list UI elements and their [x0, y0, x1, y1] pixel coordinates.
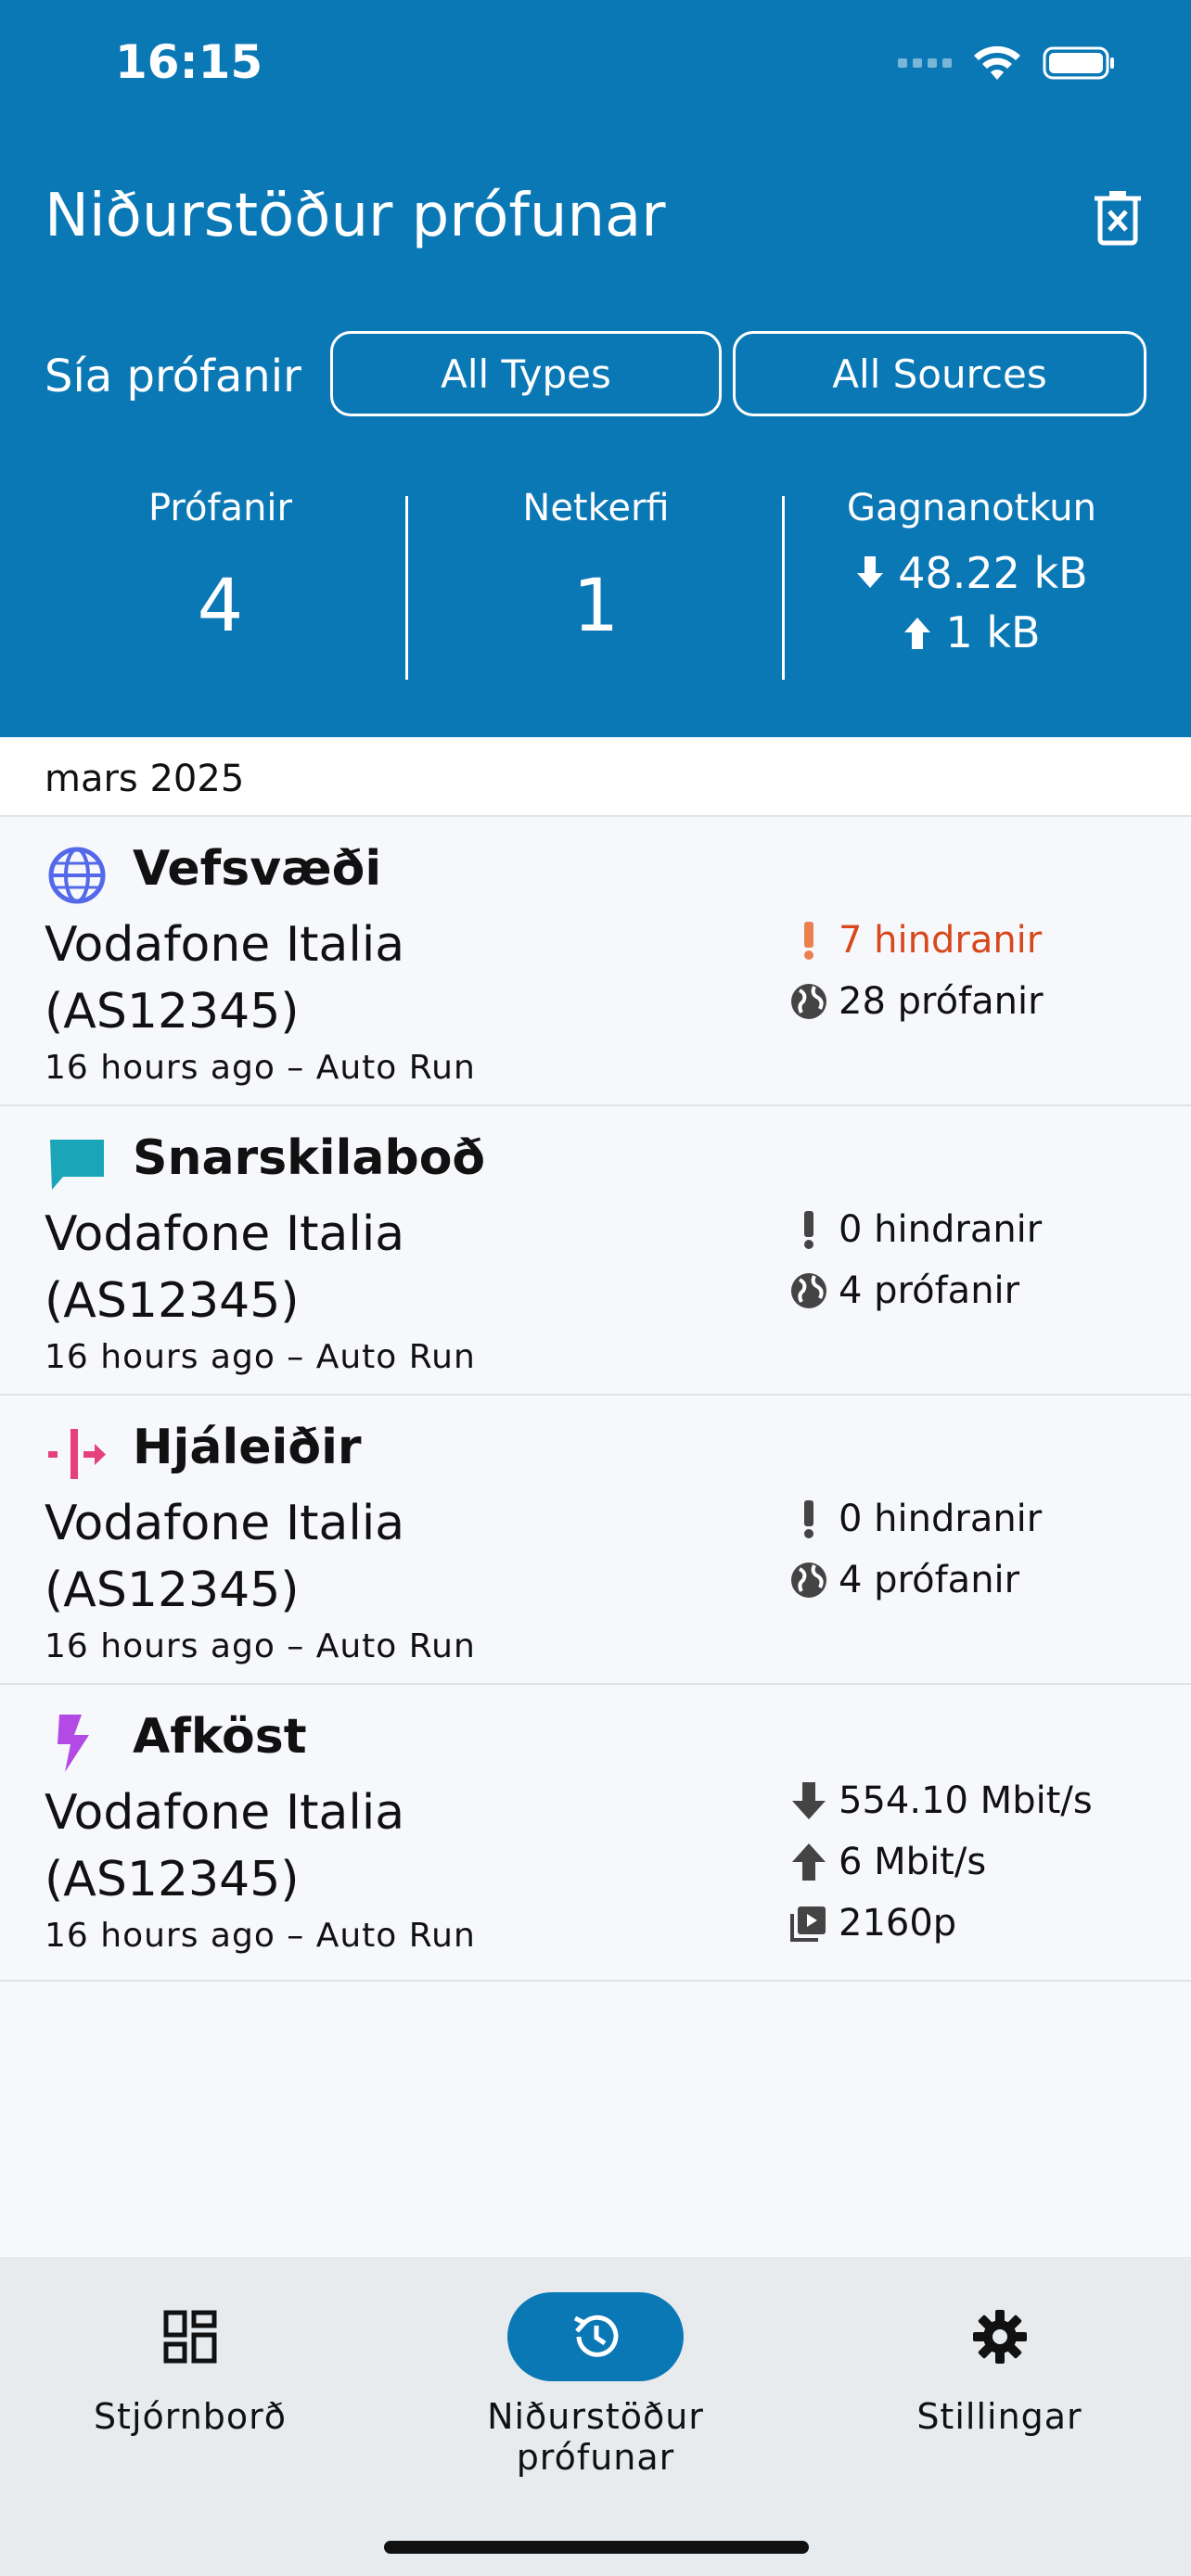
divider: [405, 496, 408, 680]
card-meta: 16 hours ago – Auto Run: [45, 1049, 476, 1087]
card-tests-count: 4 prófanir: [839, 1559, 1020, 1601]
card-network: Vodafone Italia (AS12345): [45, 917, 405, 1039]
card-stats: 0 hindranir 4 prófanir: [788, 1488, 1042, 1611]
card-blocked: 0 hindranir: [788, 1488, 1042, 1549]
card-meta: 16 hours ago – Auto Run: [45, 1917, 476, 1955]
tab-settings-label: Stillingar: [916, 2396, 1082, 2437]
card-video-quality: 2160p: [839, 1902, 957, 1945]
card-upload-speed: 6 Mbit/s: [839, 1841, 987, 1883]
card-title: Afköst: [133, 1709, 307, 1765]
stat-networks: Netkerfi 1: [408, 487, 784, 648]
stat-tests: Prófanir 4: [32, 487, 408, 648]
result-card-websites[interactable]: Vefsvæði Vodafone Italia (AS12345) 16 ho…: [0, 817, 1191, 1106]
arrow-down-icon: [857, 556, 884, 588]
header: 16:15 Niðurstöður prófunar Sía prófanir …: [0, 0, 1191, 737]
filter-types-button[interactable]: All Types: [330, 331, 722, 416]
signal-icon: [898, 58, 952, 68]
card-tests: 4 prófanir: [788, 1260, 1042, 1321]
bottom-navigation: Stjórnborð Niðurstöður prófunar Stilling…: [0, 2257, 1191, 2576]
tab-results-label: Niðurstöður prófunar: [487, 2396, 704, 2478]
stat-networks-label: Netkerfi: [522, 487, 670, 529]
status-time: 16:15: [115, 35, 263, 89]
stat-upload: 1 kB: [784, 607, 1159, 657]
card-network: Vodafone Italia (AS12345): [45, 1496, 405, 1618]
stat-networks-value: 1: [572, 565, 620, 648]
card-blocked: 7 hindranir: [788, 910, 1044, 971]
card-upload: 6 Mbit/s: [788, 1831, 1093, 1893]
arrow-up-icon: [904, 618, 931, 649]
earth-icon: [791, 984, 826, 1019]
battery-icon: [1043, 46, 1114, 80]
stat-download: 48.22 kB: [784, 548, 1159, 598]
card-stats: 554.10 Mbit/s 6 Mbit/s 2160p: [788, 1770, 1093, 1954]
page-title: Niðurstöður prófunar: [45, 182, 666, 250]
month-header: mars 2025: [0, 737, 1191, 817]
tab-results[interactable]: Niðurstöður prófunar: [410, 2257, 781, 2478]
stat-tests-label: Prófanir: [148, 487, 292, 529]
card-tests-count: 4 prófanir: [839, 1269, 1020, 1312]
stats-summary: Prófanir 4 Netkerfi 1 Gagnanotkun 48.22 …: [0, 487, 1191, 682]
filter-sources-button[interactable]: All Sources: [733, 331, 1146, 416]
card-network: Vodafone Italia (AS12345): [45, 1785, 405, 1907]
card-blocked: 0 hindranir: [788, 1199, 1042, 1260]
card-blocked-count: 0 hindranir: [839, 1208, 1043, 1251]
status-icons: [898, 45, 1117, 82]
exclamation-icon: [804, 922, 813, 960]
lightning-icon: [58, 1715, 89, 1772]
arrow-down-icon: [792, 1782, 826, 1819]
home-indicator: [384, 2541, 809, 2554]
card-blocked-count: 7 hindranir: [839, 919, 1043, 962]
stat-upload-value: 1 kB: [945, 607, 1041, 657]
stat-download-value: 48.22 kB: [898, 548, 1088, 598]
card-blocked-count: 0 hindranir: [839, 1498, 1043, 1540]
wifi-icon: [974, 45, 1020, 80]
card-video: 2160p: [788, 1893, 1093, 1954]
tab-dashboard-label: Stjórnborð: [93, 2396, 288, 2437]
stat-tests-value: 4: [197, 565, 244, 648]
delete-icon[interactable]: [1091, 189, 1145, 247]
history-icon: [573, 2315, 619, 2357]
tab-dashboard[interactable]: Stjórnborð: [56, 2257, 325, 2437]
result-card-messaging[interactable]: Snarskilaboð Vodafone Italia (AS12345) 1…: [0, 1106, 1191, 1396]
earth-icon: [791, 1273, 826, 1308]
result-card-circumvention[interactable]: Hjáleiðir Vodafone Italia (AS12345) 16 h…: [0, 1396, 1191, 1685]
tab-settings[interactable]: Stillingar: [863, 2257, 1136, 2437]
results-icon-wrap: [507, 2292, 684, 2381]
stat-data-usage: Gagnanotkun 48.22 kB 1 kB: [784, 487, 1159, 657]
circumvention-icon: [48, 1429, 106, 1479]
card-tests-count: 28 prófanir: [839, 980, 1044, 1023]
card-title: Vefsvæði: [133, 841, 382, 897]
exclamation-icon: [804, 1500, 813, 1538]
card-title: Hjáleiðir: [133, 1420, 362, 1475]
card-stats: 7 hindranir 28 prófanir: [788, 910, 1044, 1032]
month-label: mars 2025: [45, 758, 245, 800]
card-meta: 16 hours ago – Auto Run: [45, 1627, 476, 1665]
card-title: Snarskilaboð: [133, 1130, 486, 1186]
gear-icon: [972, 2310, 1027, 2364]
stat-data-label: Gagnanotkun: [847, 487, 1096, 529]
dashboard-icon-wrap: [102, 2292, 278, 2381]
exclamation-icon: [804, 1211, 813, 1249]
card-meta: 16 hours ago – Auto Run: [45, 1338, 476, 1376]
card-network: Vodafone Italia (AS12345): [45, 1206, 405, 1329]
chat-icon: [50, 1140, 104, 1190]
earth-icon: [791, 1562, 826, 1598]
filter-label: Sía prófanir: [45, 351, 301, 402]
video-quality-icon: [790, 1906, 826, 1942]
globe-icon: [48, 847, 106, 904]
card-stats: 0 hindranir 4 prófanir: [788, 1199, 1042, 1321]
divider: [782, 496, 785, 680]
settings-icon-wrap: [912, 2292, 1088, 2381]
result-card-performance[interactable]: Afköst Vodafone Italia (AS12345) 16 hour…: [0, 1685, 1191, 1982]
card-tests: 28 prófanir: [788, 971, 1044, 1032]
card-download: 554.10 Mbit/s: [788, 1770, 1093, 1831]
card-tests: 4 prófanir: [788, 1549, 1042, 1611]
card-download-speed: 554.10 Mbit/s: [839, 1779, 1093, 1822]
dashboard-icon: [163, 2310, 217, 2364]
arrow-up-icon: [792, 1843, 826, 1881]
